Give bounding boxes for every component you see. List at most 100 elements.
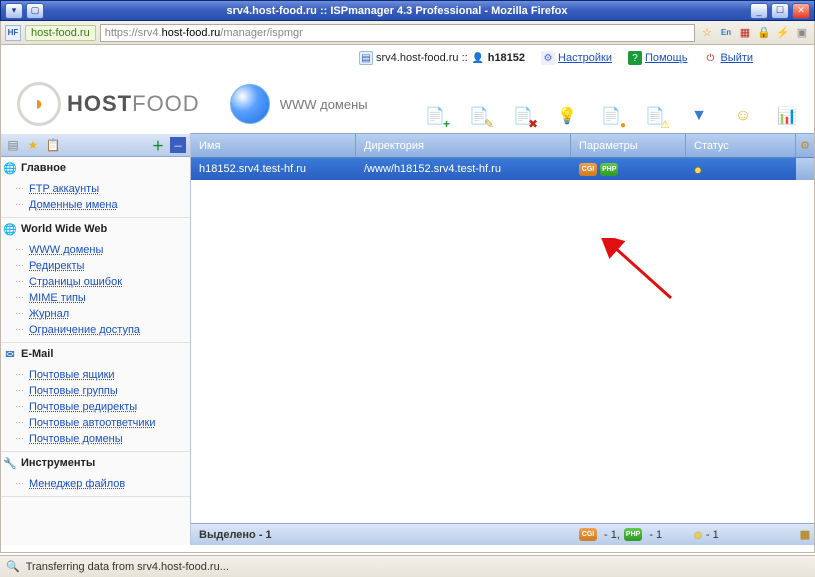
error-pages-button[interactable]: 📄⚠	[642, 103, 668, 129]
grid-footer: Выделено - 1 CGI - 1, PHP - 1 ● - 1 ▦	[191, 523, 814, 545]
col-name[interactable]: Имя	[191, 134, 356, 157]
sidebar-item[interactable]: Журнал	[19, 306, 190, 322]
sidebar-item[interactable]: Почтовые редиректы	[19, 399, 190, 415]
status-bulb-icon: ●	[694, 162, 702, 177]
section-icon: 🌐	[3, 161, 17, 175]
sidebar-item[interactable]: Почтовые группы	[19, 383, 190, 399]
site-identity-button[interactable]: host-food.ru	[25, 25, 96, 41]
footer-params: CGI - 1, PHP - 1	[571, 528, 686, 541]
cell-params: CGI PHP	[571, 158, 686, 180]
col-dir[interactable]: Директория	[356, 134, 571, 157]
cgi-badge: CGI	[579, 163, 597, 176]
sidebar-section: 🌐Главное FTP аккаунтыДоменные имена	[1, 157, 190, 218]
exit-link[interactable]: Выйти	[720, 52, 753, 64]
toggle-button[interactable]: 💡	[554, 103, 580, 129]
sidebar-item[interactable]: FTP аккаунты	[19, 181, 190, 197]
section-label: E-Mail	[21, 348, 53, 360]
sidebar-tree: Менеджер файлов	[1, 474, 190, 496]
col-config[interactable]: ⚙	[796, 134, 814, 157]
footer-status: ● - 1	[686, 527, 796, 542]
lock-icon: 🔒	[756, 25, 772, 41]
collapse-all-button[interactable]: －	[170, 137, 186, 153]
sidebar-section: 🌐World Wide Web WWW доменыРедиректыСтрани…	[1, 218, 190, 343]
sidebar-item[interactable]: Ограничение доступа	[19, 322, 190, 338]
sidebar-item[interactable]: Доменные имена	[19, 197, 190, 213]
firebug-icon[interactable]: ▣	[794, 25, 810, 41]
sidebar-item[interactable]: Менеджер файлов	[19, 476, 190, 492]
window-menu-button[interactable]: ▾	[5, 3, 23, 19]
section-label: World Wide Web	[21, 223, 107, 235]
brand-food: FOOD	[132, 91, 200, 116]
gear-icon: ⚙	[541, 51, 555, 65]
sidebar-section: ✉E-MailПочтовые ящикиПочтовые группыПочт…	[1, 343, 190, 452]
edit-button[interactable]: 📄✎	[466, 103, 492, 129]
sidebar-item[interactable]: WWW домены	[19, 242, 190, 258]
section-icon: ✉	[3, 347, 17, 361]
cert-button[interactable]: 📄●	[598, 103, 624, 129]
footer-export[interactable]: ▦	[796, 528, 814, 541]
cell-name: h18152.srv4.test-hf.ru	[191, 158, 356, 180]
owner-button[interactable]: ☺	[730, 103, 756, 129]
list-icon[interactable]: ▤	[5, 137, 21, 153]
create-button[interactable]: 📄+	[422, 103, 448, 129]
clipboard-icon[interactable]: 📋	[45, 137, 61, 153]
sidebar-item[interactable]: Почтовые ящики	[19, 367, 190, 383]
sidebar-toolbar: ▤ ★ 📋 ＋ －	[1, 133, 190, 157]
sidebar-section: 🔧Инструменты Менеджер файлов	[1, 452, 190, 497]
url-path: /manager/ispmgr	[220, 27, 303, 39]
sidebar-tree: Почтовые ящикиПочтовые группыПочтовые ре…	[1, 365, 190, 451]
header-band: ▤ srv4.host-food.ru :: 👤 h18152 ⚙ Настро…	[1, 45, 814, 71]
search-icon[interactable]: 🔍	[6, 560, 20, 573]
stats-button[interactable]: 📊	[774, 103, 800, 129]
translate-icon[interactable]: Eп	[718, 25, 734, 41]
table-row[interactable]: h18152.srv4.test-hf.ru /www/h18152.srv4.…	[191, 158, 814, 180]
sidebar-section-header[interactable]: 🌐World Wide Web	[1, 218, 190, 240]
favorites-icon[interactable]: ★	[25, 137, 41, 153]
url-input[interactable]: https://srv4.host-food.ru/manager/ispmgr	[100, 24, 695, 42]
col-status[interactable]: Статус	[686, 134, 796, 157]
help-icon: ?	[628, 51, 642, 65]
sidebar: ▤ ★ 📋 ＋ － 🌐Главное FTP аккаунтыДоменные и…	[1, 133, 191, 545]
php-badge-footer: PHP	[624, 528, 642, 541]
brand-logo: ◗ HOSTFOOD	[17, 82, 200, 126]
footer-selected: Выделено - 1	[191, 529, 356, 541]
section-label: Инструменты	[21, 457, 95, 469]
user-name: h18152	[488, 52, 525, 64]
browser-status-bar: 🔍 Transferring data from srv4.host-food.…	[0, 555, 815, 577]
settings-link[interactable]: Настройки	[558, 52, 612, 64]
feed-icon[interactable]: ☆	[699, 25, 715, 41]
brand-host: HOST	[67, 91, 132, 116]
page-content: ▤ srv4.host-food.ru :: 👤 h18152 ⚙ Настро…	[0, 45, 815, 553]
sidebar-section-header[interactable]: ✉ E-Mail	[1, 343, 190, 365]
proxy-icon[interactable]: ⚡	[775, 25, 791, 41]
favicon: HF	[5, 25, 21, 41]
help-link[interactable]: Помощь	[645, 52, 688, 64]
block-icon[interactable]: ▦	[737, 25, 753, 41]
col-params[interactable]: Параметры	[571, 134, 686, 157]
server-label: srv4.host-food.ru ::	[376, 52, 468, 64]
page-title: WWW домены	[280, 97, 368, 112]
window-titlebar: ▾ ▢ srv4.host-food.ru :: ISPmanager 4.3 …	[0, 0, 815, 21]
address-bar: HF host-food.ru https://srv4.host-food.r…	[0, 21, 815, 45]
sidebar-section-header[interactable]: 🔧Инструменты	[1, 452, 190, 474]
sidebar-item[interactable]: MIME типы	[19, 290, 190, 306]
minimize-button[interactable]: _	[750, 3, 768, 19]
server-icon: ▤	[359, 51, 373, 65]
sidebar-item[interactable]: Редиректы	[19, 258, 190, 274]
window-title: srv4.host-food.ru :: ISPmanager 4.3 Prof…	[44, 5, 750, 17]
sidebar-section-header[interactable]: 🌐Главное	[1, 157, 190, 179]
filter-button[interactable]: ▼	[686, 103, 712, 129]
grid-body[interactable]	[191, 180, 814, 523]
php-badge: PHP	[600, 163, 618, 176]
user-icon: 👤	[471, 51, 485, 65]
expand-all-button[interactable]: ＋	[150, 137, 166, 153]
sidebar-item[interactable]: Страницы ошибок	[19, 274, 190, 290]
globe-icon	[230, 84, 270, 124]
maximize-button[interactable]: ☐	[771, 3, 789, 19]
main-grid: Имя Директория Параметры Статус ⚙ h18152…	[191, 133, 814, 545]
sidebar-item[interactable]: Почтовые домены	[19, 431, 190, 447]
sidebar-item[interactable]: Почтовые автоответчики	[19, 415, 190, 431]
delete-button[interactable]: 📄✖	[510, 103, 536, 129]
window-rollup-button[interactable]: ▢	[26, 3, 44, 19]
close-button[interactable]: ✕	[792, 3, 810, 19]
